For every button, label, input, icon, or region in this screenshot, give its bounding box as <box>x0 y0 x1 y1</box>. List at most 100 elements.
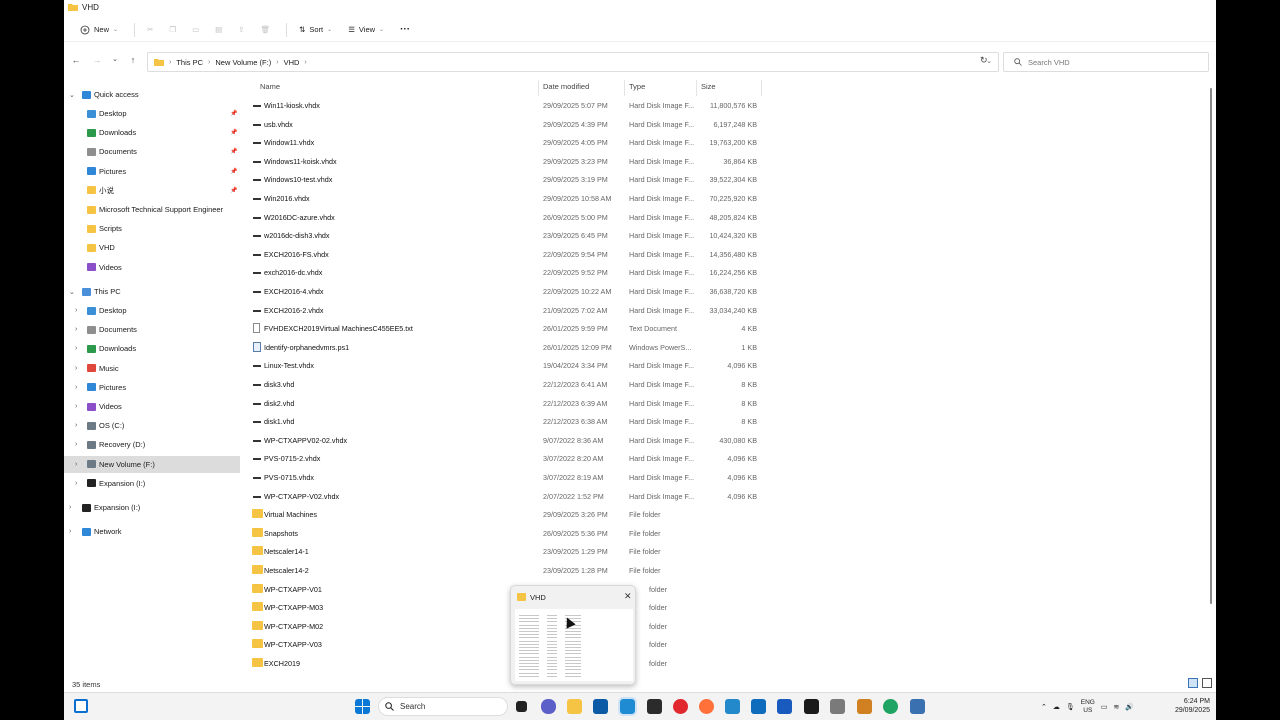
wifi-icon[interactable]: ≋ <box>1113 703 1119 711</box>
onedrive-icon[interactable]: ☁ <box>1053 703 1060 711</box>
expand-chevron-icon[interactable]: › <box>75 480 77 487</box>
expand-chevron-icon[interactable]: › <box>75 422 77 429</box>
file-row[interactable]: disk2.vhd 22/12/2023 6:39 AM Hard Disk Ima… <box>240 395 760 413</box>
file-row[interactable]: PVS-0715-2.vhdx 3/07/2022 8:20 AM Hard Dis… <box>240 450 760 468</box>
file-row[interactable]: Snapshots 26/09/2025 5:36 PM File folder <box>240 525 760 543</box>
column-name[interactable]: Name <box>260 82 280 91</box>
file-row[interactable]: PVS-0715.vhdx 3/07/2022 8:19 AM Hard Disk … <box>240 469 760 487</box>
nav-item-scripts[interactable]: Scripts <box>64 220 240 237</box>
view-button[interactable]: ☰ View ⌄ <box>342 23 390 36</box>
remote-desktop-icon[interactable] <box>751 699 766 714</box>
nav-item-pictures[interactable]: Pictures 📌 <box>64 163 240 180</box>
file-row[interactable]: Win11-kiosk.vhdx 29/09/2025 5:07 PM Hard D… <box>240 97 760 115</box>
opera-icon[interactable] <box>673 699 688 714</box>
nav-item-vhd[interactable]: VHD <box>64 239 240 256</box>
file-row[interactable]: Windows10-test.vhdx 29/09/2025 3:19 PM Har… <box>240 171 760 189</box>
refresh-icon[interactable]: ↻ <box>980 55 988 66</box>
taskbar-thumbnail-preview[interactable]: VHD ✕ <box>510 585 636 685</box>
column-date[interactable]: Date modified <box>543 82 589 91</box>
nav-item-downloads[interactable]: › Downloads <box>64 340 240 357</box>
clock[interactable]: 6:24 PM 29/09/2025 <box>1148 697 1210 715</box>
nav-item-new-volume-f[interactable]: › New Volume (F:) <box>64 455 240 473</box>
file-row[interactable]: FVHDEXCH2019Virtual MachinesC455EE5.txt 2… <box>240 320 760 338</box>
search-box[interactable]: Search VHD <box>1003 52 1209 72</box>
taskbar-search[interactable]: Search <box>378 697 508 716</box>
pin-icon[interactable]: 📌 <box>230 148 237 155</box>
nav-item-this-pc[interactable]: ⌄ This PC <box>64 283 240 300</box>
network-icon[interactable]: ▭ <box>1101 703 1108 711</box>
chevron-up-icon[interactable]: ⌃ <box>1041 703 1047 711</box>
close-icon[interactable]: ✕ <box>624 591 632 602</box>
file-row[interactable]: W2016DC-azure.vhdx 26/09/2025 5:00 PM Hard… <box>240 209 760 227</box>
file-row[interactable]: Virtual Machines 29/09/2025 3:26 PM File f… <box>240 506 760 524</box>
file-row[interactable]: EXCH2016-2.vhdx 21/09/2025 7:02 AM Hard Di… <box>240 302 760 320</box>
terminal-icon[interactable] <box>647 699 662 714</box>
microphone-icon[interactable]: 🎙 <box>1066 703 1075 711</box>
breadcrumb-new-volume[interactable]: New Volume (F:) <box>215 58 271 67</box>
details-view-icon[interactable] <box>1188 678 1198 688</box>
cut-button[interactable]: ✂ <box>141 23 159 36</box>
nav-item-videos[interactable]: Videos <box>64 259 240 276</box>
vscode-icon[interactable] <box>725 699 740 714</box>
column-divider[interactable] <box>696 80 697 96</box>
cmd-icon[interactable] <box>804 699 819 714</box>
tiles-view-icon[interactable] <box>1202 678 1212 688</box>
share-button[interactable]: ⇪ <box>232 23 250 36</box>
file-row[interactable]: Linux-Test.vhdx 19/04/2024 3:34 PM Hard Di… <box>240 357 760 375</box>
nav-item-documents[interactable]: Documents 📌 <box>64 143 240 160</box>
pin-icon[interactable]: 📌 <box>230 187 237 194</box>
expand-chevron-icon[interactable]: › <box>75 326 77 333</box>
file-row[interactable]: disk1.vhd 22/12/2023 6:38 AM Hard Disk Ima… <box>240 413 760 431</box>
nav-item-downloads[interactable]: Downloads 📌 <box>64 124 240 141</box>
app-icon[interactable] <box>830 699 845 714</box>
copy-button[interactable]: ❐ <box>163 23 182 36</box>
edge-icon[interactable] <box>883 699 898 714</box>
address-bar[interactable]: › This PC › New Volume (F:) › VHD › ⌄ <box>147 52 999 72</box>
up-arrow-icon[interactable]: ↑ <box>126 55 140 65</box>
nav-item-microsoft-technical-support-engineer[interactable]: Microsoft Technical Support Engineer <box>64 201 240 218</box>
more-options-button[interactable]: ··· <box>394 22 416 37</box>
back-arrow-icon[interactable]: ← <box>69 55 83 65</box>
language-indicator[interactable]: ENG US <box>1081 699 1095 715</box>
task-view-icon[interactable] <box>74 699 88 713</box>
nav-item-documents[interactable]: › Documents <box>64 321 240 338</box>
breadcrumb-this-pc[interactable]: This PC <box>176 58 203 67</box>
nav-item-videos[interactable]: › Videos <box>64 398 240 415</box>
rename-button[interactable]: ▤ <box>209 23 228 36</box>
nav-item-recovery-d[interactable]: › Recovery (D:) <box>64 436 240 453</box>
file-row[interactable]: w2016dc-dish3.vhdx 23/09/2025 6:45 PM Hard… <box>240 227 760 245</box>
collapse-chevron-icon[interactable]: ⌄ <box>69 288 75 296</box>
file-row[interactable]: WP-CTXAPP-M02 folder <box>240 618 760 636</box>
file-row[interactable]: WP-CTXAPP-M03 folder <box>240 599 760 617</box>
recent-chevron-icon[interactable]: ⌄ <box>108 55 122 63</box>
file-row[interactable]: Netscaler14-2 23/09/2025 1:28 PM File fold… <box>240 562 760 580</box>
volume-icon[interactable]: 🔊 <box>1125 703 1134 711</box>
file-row[interactable]: EXCH2016-FS.vhdx 22/09/2025 9:54 PM Hard D… <box>240 246 760 264</box>
expand-chevron-icon[interactable]: › <box>75 365 77 372</box>
expand-chevron-icon[interactable]: › <box>75 441 77 448</box>
file-row[interactable]: EXCH2016-4.vhdx 22/09/2025 10:22 AM Hard D… <box>240 283 760 301</box>
vertical-scrollbar[interactable] <box>1210 88 1212 604</box>
nav-item-expansion-i[interactable]: › Expansion (I:) <box>64 499 240 516</box>
pin-icon[interactable]: 📌 <box>230 129 237 136</box>
file-row[interactable]: Identify-orphanedvmrs.ps1 26/01/2025 12:0… <box>240 339 760 357</box>
nav-item-expansion-i[interactable]: › Expansion (I:) <box>64 475 240 492</box>
snipping-tool-icon[interactable] <box>857 699 872 714</box>
expand-chevron-icon[interactable]: › <box>75 345 77 352</box>
column-divider[interactable] <box>538 80 539 96</box>
nav-item-os-c[interactable]: › OS (C:) <box>64 417 240 434</box>
collapse-chevron-icon[interactable]: ⌄ <box>69 91 75 99</box>
pin-icon[interactable]: 📌 <box>230 168 237 175</box>
teams-chat-icon[interactable] <box>541 699 556 714</box>
nav-item-pictures[interactable]: › Pictures <box>64 379 240 396</box>
delete-button[interactable]: 🗑 <box>255 23 277 36</box>
pin-icon[interactable]: 📌 <box>230 110 237 117</box>
paste-button[interactable]: ▭ <box>186 23 205 36</box>
store-icon[interactable] <box>593 699 608 714</box>
column-size[interactable]: Size <box>701 82 716 91</box>
expand-chevron-icon[interactable]: › <box>75 384 77 391</box>
nav-item-network[interactable]: › Network <box>64 523 240 540</box>
file-row[interactable]: Win2016.vhdx 29/09/2025 10:58 AM Hard Disk… <box>240 190 760 208</box>
task-view-button-icon[interactable] <box>516 701 527 712</box>
nav-item-desktop[interactable]: Desktop 📌 <box>64 105 240 122</box>
